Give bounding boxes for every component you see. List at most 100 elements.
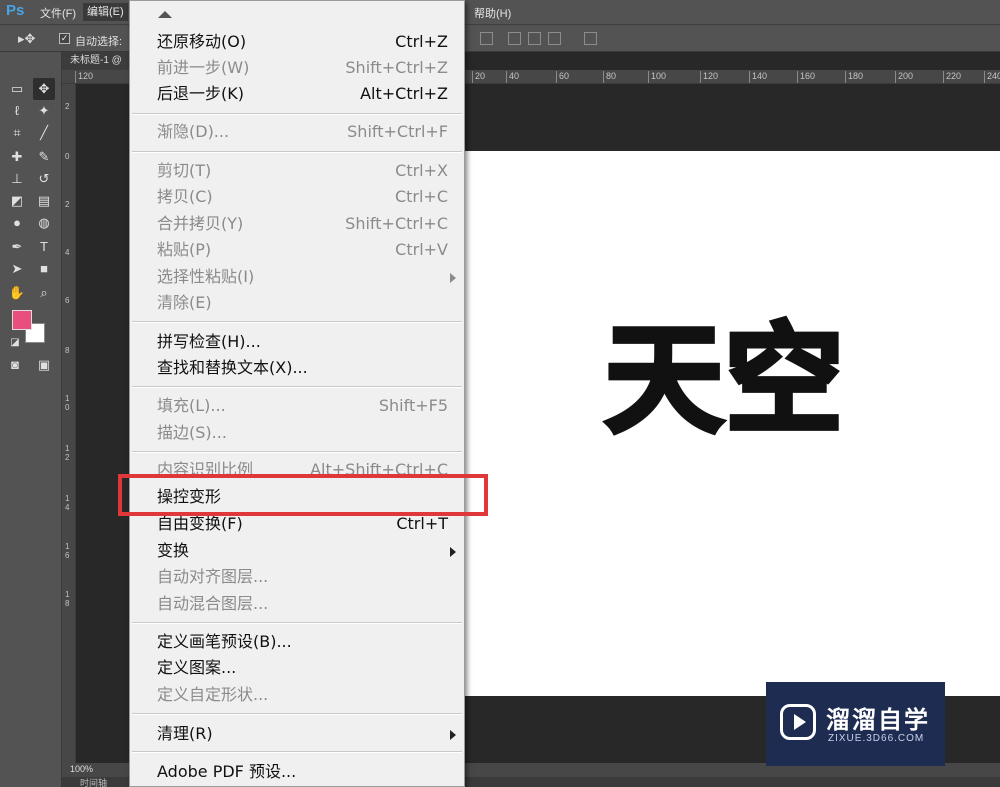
menu-item-label: 定义图案... bbox=[157, 658, 237, 677]
path-selection-tool-icon[interactable]: ➤ bbox=[6, 258, 28, 280]
menu-item-label: 定义自定形状... bbox=[157, 685, 269, 704]
photoshop-logo: Ps bbox=[6, 2, 25, 19]
zoom-level[interactable]: 100% bbox=[70, 764, 93, 774]
menu-file[interactable]: 文件(F) bbox=[40, 5, 76, 21]
magic-wand-tool-icon[interactable]: ✦ bbox=[33, 100, 55, 122]
ruler-tick: 220 bbox=[942, 71, 962, 83]
quick-mask-icon[interactable]: ◙ bbox=[4, 354, 26, 376]
menu-item-copy[interactable]: 拷贝(C) Ctrl+C bbox=[157, 186, 448, 208]
menu-item-step-backward[interactable]: 后退一步(K) Alt+Ctrl+Z bbox=[157, 83, 448, 105]
clone-stamp-tool-icon[interactable]: ⊥ bbox=[6, 168, 28, 190]
ruler-tick: 2 bbox=[65, 200, 70, 209]
menu-item-check-spelling[interactable]: 拼写检查(H)... bbox=[157, 331, 448, 353]
menu-item-shortcut: Ctrl+C bbox=[394, 187, 448, 206]
menu-item-stroke[interactable]: 描边(S)... bbox=[157, 422, 448, 444]
menu-item-label: 拷贝(C) bbox=[157, 187, 213, 206]
menu-item-auto-blend-layers[interactable]: 自动混合图层... bbox=[157, 593, 448, 615]
menu-item-shortcut: Shift+Ctrl+C bbox=[345, 214, 448, 233]
ruler-tick: 4 bbox=[65, 248, 70, 257]
menu-item-define-pattern[interactable]: 定义图案... bbox=[157, 657, 448, 679]
align-bottom-icon[interactable] bbox=[480, 32, 493, 45]
menu-item-label: 渐隐(D)... bbox=[157, 122, 230, 141]
eraser-tool-icon[interactable]: ◩ bbox=[6, 190, 28, 212]
menu-item-shortcut: Shift+Ctrl+F bbox=[347, 122, 448, 141]
menu-separator bbox=[132, 751, 462, 753]
menu-edit[interactable]: 编辑(E) bbox=[83, 3, 128, 21]
ruler-tick: 16 bbox=[65, 542, 70, 560]
ruler-tick: 60 bbox=[555, 71, 570, 83]
history-brush-tool-icon[interactable]: ↺ bbox=[33, 168, 55, 190]
menu-item-define-brush-preset[interactable]: 定义画笔预设(B)... bbox=[157, 631, 448, 653]
ruler-tick: 18 bbox=[65, 590, 70, 608]
menu-item-free-transform[interactable]: 自由变换(F) Ctrl+T bbox=[157, 513, 448, 535]
marquee-tool-icon[interactable]: ▭ bbox=[6, 78, 28, 100]
watermark-title: 溜溜自学 bbox=[826, 707, 930, 734]
watermark-badge: 溜溜自学 ZIXUE.3D66.COM bbox=[766, 682, 945, 766]
menu-item-fill[interactable]: 填充(L)... Shift+F5 bbox=[157, 395, 448, 417]
lasso-tool-icon[interactable]: ℓ bbox=[6, 100, 28, 122]
ruler-tick: 180 bbox=[844, 71, 864, 83]
vertical-ruler: 2 0 2 4 6 8 10 12 14 16 18 bbox=[62, 84, 76, 764]
menu-item-shortcut: Shift+F5 bbox=[378, 396, 448, 415]
blur-tool-icon[interactable]: ● bbox=[6, 212, 28, 234]
crop-tool-icon[interactable]: ⌗ bbox=[6, 122, 28, 144]
hand-tool-icon[interactable]: ✋ bbox=[6, 282, 28, 304]
distribute-right-icon[interactable] bbox=[548, 32, 561, 45]
menu-item-fade[interactable]: 渐隐(D)... Shift+Ctrl+F bbox=[157, 121, 448, 143]
ruler-tick: 12 bbox=[65, 444, 70, 462]
menu-item-auto-align-layers[interactable]: 自动对齐图层... bbox=[157, 566, 448, 588]
zoom-tool-icon[interactable]: ⌕ bbox=[33, 282, 55, 304]
menu-item-label: 自由变换(F) bbox=[157, 514, 243, 533]
menu-item-paste-special[interactable]: 选择性粘贴(I) bbox=[157, 266, 456, 288]
menu-item-label: 自动对齐图层... bbox=[157, 567, 269, 586]
menu-item-label: 定义画笔预设(B)... bbox=[157, 632, 292, 651]
ruler-tick: 8 bbox=[65, 346, 70, 355]
default-colors-icon[interactable]: ◪ bbox=[4, 332, 26, 354]
distribute-center-icon[interactable] bbox=[528, 32, 541, 45]
menu-item-copy-merged[interactable]: 合并拷贝(Y) Shift+Ctrl+C bbox=[157, 213, 448, 235]
menu-item-cut[interactable]: 剪切(T) Ctrl+X bbox=[157, 160, 448, 182]
brush-tool-icon[interactable]: ✎ bbox=[33, 146, 55, 168]
ruler-tick: 20 bbox=[471, 71, 486, 83]
menu-separator bbox=[132, 713, 462, 715]
menu-item-undo-move[interactable]: 还原移动(O) Ctrl+Z bbox=[157, 31, 448, 53]
pen-tool-icon[interactable]: ✒ bbox=[6, 236, 28, 258]
screen-mode-icon[interactable]: ▣ bbox=[33, 354, 55, 376]
menu-item-label: 合并拷贝(Y) bbox=[157, 214, 244, 233]
scroll-up-arrow-icon[interactable] bbox=[158, 11, 172, 18]
eyedropper-tool-icon[interactable]: ╱ bbox=[33, 122, 55, 144]
menu-item-transform[interactable]: 变换 bbox=[157, 540, 456, 562]
move-tool-icon[interactable]: ✥ bbox=[33, 78, 55, 100]
ruler-tick: 10 bbox=[65, 394, 70, 412]
ruler-tick: 0 bbox=[65, 152, 70, 161]
move-tool-preset-icon[interactable]: ▸✥ bbox=[18, 31, 35, 47]
highlight-annotation-box bbox=[118, 474, 488, 516]
distribute-left-icon[interactable] bbox=[508, 32, 521, 45]
menu-item-label: 选择性粘贴(I) bbox=[157, 267, 255, 286]
menu-item-shortcut: Alt+Ctrl+Z bbox=[360, 84, 448, 103]
menu-item-label: 自动混合图层... bbox=[157, 594, 269, 613]
auto-align-icon[interactable] bbox=[584, 32, 597, 45]
auto-select-label: 自动选择: bbox=[75, 36, 123, 48]
menu-item-label: 前进一步(W) bbox=[157, 58, 250, 77]
type-tool-icon[interactable]: T bbox=[33, 236, 55, 258]
menu-item-adobe-pdf-presets[interactable]: Adobe PDF 预设... bbox=[157, 761, 448, 783]
menu-item-clear[interactable]: 清除(E) bbox=[157, 292, 448, 314]
menu-item-paste[interactable]: 粘贴(P) Ctrl+V bbox=[157, 239, 448, 261]
menu-item-define-custom-shape[interactable]: 定义自定形状... bbox=[157, 684, 448, 706]
menu-separator bbox=[132, 386, 462, 388]
document-tab[interactable]: 未标题-1 @ bbox=[62, 52, 132, 70]
healing-brush-tool-icon[interactable]: ✚ bbox=[6, 146, 28, 168]
rectangle-tool-icon[interactable]: ■ bbox=[33, 258, 55, 280]
menu-item-find-replace-text[interactable]: 查找和替换文本(X)... bbox=[157, 357, 448, 379]
dodge-tool-icon[interactable]: ◍ bbox=[33, 212, 55, 234]
auto-select-checkbox[interactable]: ✓ bbox=[59, 33, 70, 44]
gradient-tool-icon[interactable]: ▤ bbox=[33, 190, 55, 212]
canvas-text-layer[interactable]: 天空 bbox=[602, 319, 845, 442]
menu-item-step-forward[interactable]: 前进一步(W) Shift+Ctrl+Z bbox=[157, 57, 448, 79]
foreground-color-swatch[interactable] bbox=[12, 310, 32, 330]
menu-help[interactable]: 帮助(H) bbox=[474, 5, 511, 21]
menu-item-purge[interactable]: 清理(R) bbox=[157, 723, 456, 745]
menu-item-label: 剪切(T) bbox=[157, 161, 212, 180]
document-canvas[interactable]: 天空 bbox=[465, 151, 1000, 696]
